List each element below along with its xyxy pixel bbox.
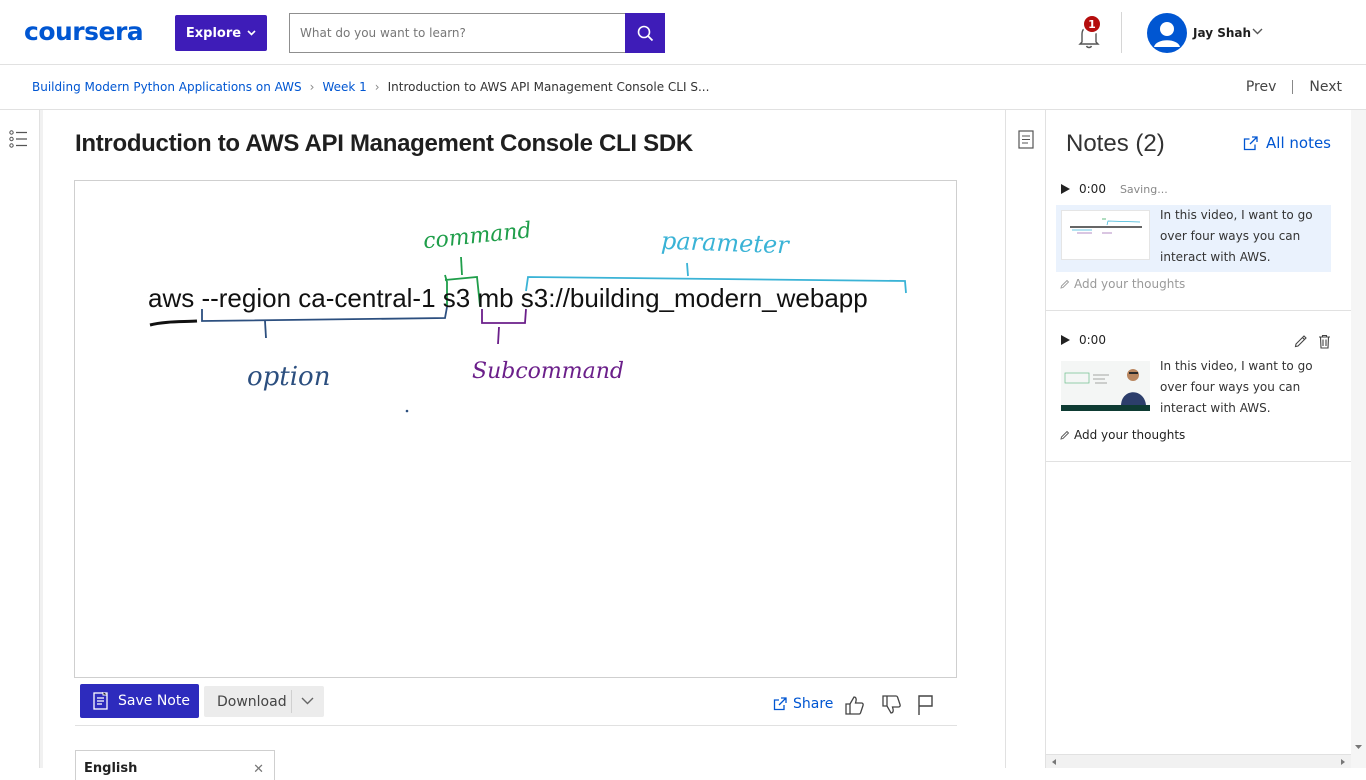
search-input[interactable] [289, 13, 625, 53]
prev-next-divider [1292, 80, 1294, 94]
language-selected: English [84, 761, 138, 776]
add-thoughts-label: Add your thoughts [1074, 428, 1186, 442]
horizontal-scrollbar[interactable] [1046, 754, 1351, 768]
chevron-down-icon[interactable] [1252, 28, 1263, 35]
coursera-logo[interactable]: coursera [24, 17, 144, 46]
vertical-scrollbar[interactable] [1351, 110, 1366, 768]
note-text: In this video, I want to go over four wa… [1160, 359, 1313, 415]
note-content: In this video, I want to go over four wa… [1056, 356, 1331, 423]
breadcrumb: Building Modern Python Applications on A… [32, 80, 709, 94]
rail-shadow [40, 110, 43, 768]
share-button[interactable]: Share [773, 696, 833, 712]
all-notes-label: All notes [1266, 134, 1331, 152]
video-thumbnail-image [1070, 218, 1142, 234]
download-divider [291, 690, 292, 713]
all-notes-link[interactable]: All notes [1243, 134, 1331, 152]
add-thoughts-button[interactable]: Add your thoughts [1060, 277, 1185, 291]
note-timestamp[interactable]: 0:00 [1079, 182, 1106, 196]
command-label: command [422, 218, 533, 254]
clear-icon[interactable]: ✕ [253, 762, 264, 777]
video-thumbnail-image [1061, 361, 1150, 411]
share-icon [773, 697, 787, 711]
header-divider [1121, 12, 1122, 53]
search-button[interactable] [625, 13, 665, 53]
notes-panel: Notes (2) All notes 0:00 Saving... In th… [1046, 110, 1351, 755]
edit-icon[interactable] [1294, 334, 1308, 348]
note-icon [93, 692, 108, 710]
note-item: 0:00 In this video, I want to go over fo… [1046, 311, 1351, 462]
save-note-button[interactable]: Save Note [80, 684, 199, 718]
play-icon[interactable] [1060, 334, 1071, 346]
prev-next-nav: Prev Next [1246, 79, 1342, 95]
option-label: option [247, 362, 330, 392]
avatar[interactable] [1147, 13, 1187, 53]
note-item: 0:00 Saving... In this video, I want to … [1046, 170, 1351, 311]
external-link-icon [1243, 135, 1258, 150]
notes-title: Notes (2) [1066, 130, 1165, 157]
breadcrumb-week[interactable]: Week 1 [322, 80, 366, 94]
note-thumbnail[interactable] [1061, 210, 1150, 260]
download-dropdown[interactable]: Download [204, 686, 324, 717]
download-label: Download [217, 693, 287, 710]
chevron-right-icon: › [374, 80, 380, 94]
note-header: 0:00 [1060, 333, 1106, 347]
save-note-label: Save Note [118, 693, 190, 709]
user-icon [1154, 22, 1180, 47]
next-button[interactable]: Next [1309, 79, 1342, 95]
parameter-label: parameter [661, 227, 791, 259]
play-icon[interactable] [1060, 183, 1071, 195]
video-player[interactable]: option command Subcommand parameter aws … [74, 180, 957, 678]
note-tools [1294, 334, 1331, 349]
language-select[interactable]: English ✕ [75, 750, 275, 780]
page-title: Introduction to AWS API Management Conso… [75, 130, 693, 157]
scroll-down-arrow-icon[interactable] [1351, 740, 1366, 755]
prev-button[interactable]: Prev [1246, 79, 1277, 95]
cli-command-text: aws --region ca-central-1 s3 mb s3://bui… [148, 283, 868, 313]
scroll-left-arrow-icon[interactable] [1048, 756, 1060, 768]
scroll-right-arrow-icon[interactable] [1337, 756, 1349, 768]
thumbs-down-icon[interactable] [880, 694, 902, 716]
breadcrumb-current: Introduction to AWS API Management Conso… [387, 80, 710, 94]
chevron-down-icon [247, 30, 256, 36]
top-header: coursera Explore 1 Jay Shah [0, 0, 1366, 65]
subcommand-label: Subcommand [472, 359, 624, 384]
note-status: Saving... [1119, 182, 1168, 196]
trash-icon[interactable] [1318, 334, 1331, 349]
thumbs-up-icon[interactable] [843, 694, 865, 716]
notification-badge: 1 [1082, 14, 1102, 34]
note-timestamp[interactable]: 0:00 [1079, 333, 1106, 347]
chevron-right-icon: › [309, 80, 315, 94]
pencil-icon [1060, 430, 1070, 440]
course-outline-rail [0, 110, 40, 768]
explore-button[interactable]: Explore [175, 15, 267, 51]
note-thumbnail[interactable] [1061, 361, 1150, 411]
breadcrumb-bar: Building Modern Python Applications on A… [0, 65, 1366, 110]
chevron-down-icon[interactable] [301, 697, 314, 705]
notes-icon[interactable] [1018, 130, 1034, 149]
pencil-icon [1060, 279, 1070, 289]
note-header: 0:00 Saving... [1060, 182, 1168, 196]
add-thoughts-button[interactable]: Add your thoughts [1060, 428, 1185, 442]
notes-rail [1005, 110, 1046, 768]
user-name[interactable]: Jay Shah [1193, 26, 1251, 40]
breadcrumb-course[interactable]: Building Modern Python Applications on A… [32, 80, 302, 94]
note-text: In this video, I want to go over four wa… [1160, 208, 1313, 264]
add-thoughts-label: Add your thoughts [1074, 277, 1186, 291]
note-content: In this video, I want to go over four wa… [1056, 205, 1331, 272]
flag-icon[interactable] [916, 694, 936, 716]
action-divider [75, 725, 957, 726]
explore-label: Explore [185, 25, 242, 41]
whiteboard-annotations: option command Subcommand parameter [149, 218, 907, 413]
table-of-contents-icon[interactable] [9, 130, 29, 148]
search-icon [637, 25, 653, 41]
share-label: Share [793, 696, 834, 712]
